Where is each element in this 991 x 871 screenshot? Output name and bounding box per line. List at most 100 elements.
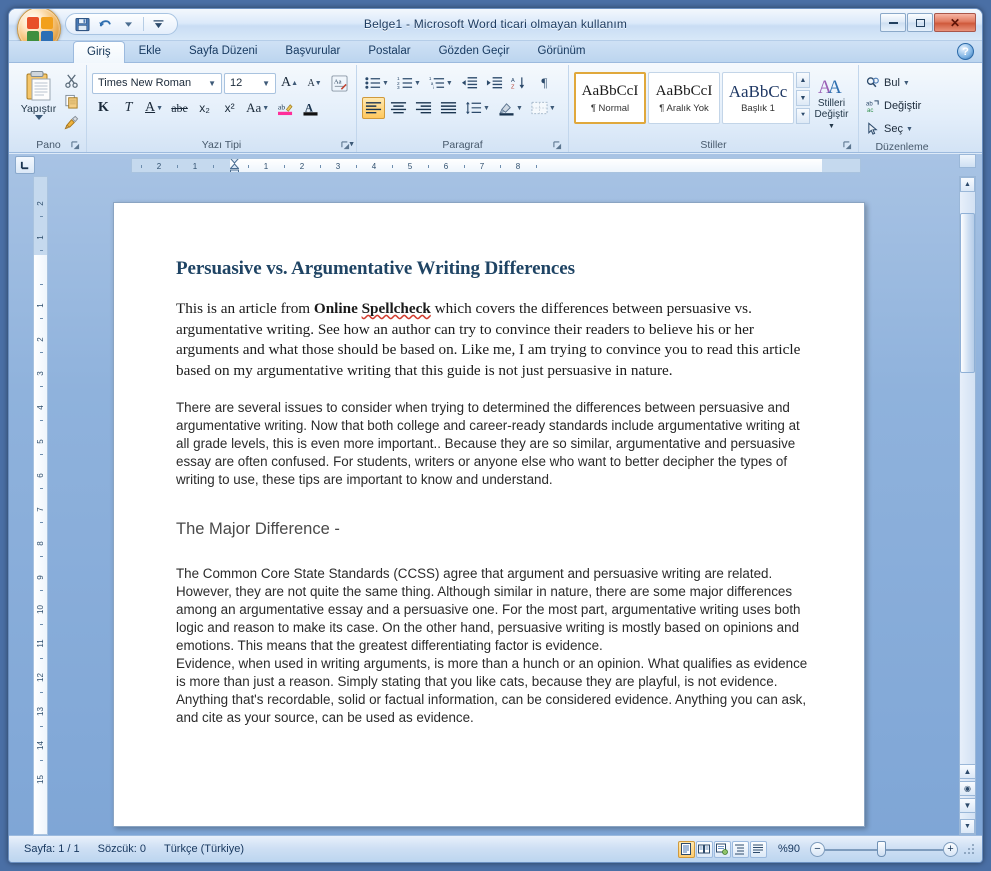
clear-formatting-button[interactable]: Aa <box>328 72 351 94</box>
status-page[interactable]: Sayfa: 1 / 1 <box>15 840 89 859</box>
line-spacing-button[interactable]: ▼ <box>462 97 493 119</box>
zoom-out-button[interactable]: − <box>810 841 825 857</box>
font-name-caret-icon[interactable]: ▼ <box>205 79 219 88</box>
decrease-indent-button[interactable] <box>458 72 481 94</box>
style-heading1[interactable]: AaBbCc Başlık 1 <box>722 72 794 124</box>
first-line-indent-marker[interactable] <box>230 159 239 172</box>
font-dialog-launcher[interactable] <box>339 139 351 151</box>
font-name-input[interactable]: Times New Roman ▼ <box>92 72 222 94</box>
tab-postalar[interactable]: Postalar <box>354 40 424 62</box>
status-language[interactable]: Türkçe (Türkiye) <box>155 840 253 859</box>
scroll-up-button[interactable]: ▲ <box>960 177 975 192</box>
italic-button[interactable]: T <box>117 97 140 119</box>
cut-button[interactable] <box>61 71 81 90</box>
document-page[interactable]: Persuasive vs. Argumentative Writing Dif… <box>113 202 865 827</box>
view-full-screen-reading[interactable] <box>695 840 713 858</box>
previous-page-button[interactable]: ▲ <box>959 764 976 779</box>
show-formatting-marks-button[interactable]: ¶ <box>533 72 556 94</box>
vertical-scrollbar-thumb[interactable] <box>960 213 975 373</box>
select-caret-icon[interactable]: ▼ <box>906 126 913 133</box>
restore-button[interactable] <box>907 13 933 32</box>
subscript-button[interactable]: x₂ <box>193 97 216 119</box>
strikethrough-button[interactable]: abe <box>168 97 191 119</box>
next-page-button[interactable]: ▼ <box>959 798 976 813</box>
numbering-caret-icon[interactable]: ▼ <box>414 80 421 87</box>
borders-button[interactable]: ▼ <box>528 97 559 119</box>
change-case-caret-icon[interactable]: ▼ <box>262 105 269 112</box>
paste-button[interactable]: Yapıştır <box>16 68 61 120</box>
zoom-in-button[interactable]: + <box>943 841 958 857</box>
styles-scroll-down-icon[interactable]: ▼ <box>796 90 810 106</box>
tab-sayfa-duzeni[interactable]: Sayfa Düzeni <box>175 40 271 62</box>
highlight-button[interactable]: ab ▼ <box>274 97 355 148</box>
undo-dropdown-icon[interactable] <box>118 15 139 33</box>
justify-button[interactable] <box>437 97 460 119</box>
underline-button[interactable]: A ▼ <box>142 97 166 119</box>
font-size-input[interactable]: 12 ▼ <box>224 72 276 94</box>
multilevel-caret-icon[interactable]: ▼ <box>446 80 453 87</box>
view-outline[interactable] <box>731 840 749 858</box>
tab-giris[interactable]: Giriş <box>73 41 125 63</box>
tab-gorunum[interactable]: Görünüm <box>524 40 600 62</box>
numbering-button[interactable]: 123 ▼ <box>394 72 424 94</box>
clipboard-dialog-launcher[interactable] <box>69 139 81 151</box>
zoom-level[interactable]: %90 <box>768 843 810 855</box>
scroll-down-button[interactable]: ▼ <box>960 819 975 834</box>
undo-icon[interactable] <box>95 15 116 33</box>
split-window-handle[interactable] <box>959 154 976 168</box>
close-button[interactable]: ✕ <box>934 13 976 32</box>
styles-scroll-up-icon[interactable]: ▲ <box>796 72 810 88</box>
save-icon[interactable] <box>72 15 93 33</box>
superscript-button[interactable]: x² <box>218 97 241 119</box>
paragraph-dialog-launcher[interactable] <box>551 139 563 151</box>
font-size-caret-icon[interactable]: ▼ <box>259 79 273 88</box>
multilevel-list-button[interactable]: 1ai ▼ <box>426 72 456 94</box>
find-button[interactable]: Bul ▼ <box>864 72 912 94</box>
tab-basvurular[interactable]: Başvurular <box>271 40 354 62</box>
copy-button[interactable] <box>61 92 81 111</box>
zoom-slider[interactable] <box>825 840 943 858</box>
increase-indent-button[interactable] <box>483 72 506 94</box>
underline-caret-icon[interactable]: ▼ <box>156 105 163 112</box>
horizontal-ruler[interactable]: 2 1 1 2 3 4 5 6 7 8 <box>131 158 861 173</box>
borders-caret-icon[interactable]: ▼ <box>549 105 556 112</box>
vertical-ruler[interactable]: 2 1 1 2 3 4 5 6 7 8 9 10 11 12 13 14 15 <box>33 176 48 835</box>
zoom-slider-thumb[interactable] <box>877 840 886 857</box>
tab-ekle[interactable]: Ekle <box>125 40 175 62</box>
format-painter-button[interactable] <box>61 113 81 132</box>
view-draft[interactable] <box>749 840 767 858</box>
align-left-button[interactable] <box>362 97 385 119</box>
customize-qat-icon[interactable] <box>148 15 169 33</box>
styles-more-icon[interactable]: ⯆ <box>796 108 810 124</box>
select-browse-object-button[interactable]: ◉ <box>959 781 976 796</box>
change-case-button[interactable]: Aa ▼ <box>243 97 272 119</box>
vertical-scrollbar[interactable]: ▲ ▼ <box>959 176 976 835</box>
shading-caret-icon[interactable]: ▼ <box>516 105 523 112</box>
tab-gozden-gecir[interactable]: Gözden Geçir <box>425 40 524 62</box>
align-center-button[interactable] <box>387 97 410 119</box>
align-right-button[interactable] <box>412 97 435 119</box>
shrink-font-button[interactable]: A ▼ <box>303 72 326 94</box>
shading-button[interactable]: ▼ <box>495 97 526 119</box>
styles-dialog-launcher[interactable] <box>841 139 853 151</box>
status-word-count[interactable]: Sözcük: 0 <box>89 840 155 859</box>
view-print-layout[interactable] <box>677 840 695 858</box>
bullets-button[interactable]: ▼ <box>362 72 392 94</box>
grow-font-button[interactable]: A ▲ <box>278 72 301 94</box>
change-styles-button[interactable]: A A Stilleri Değiştir ▼ <box>810 72 853 132</box>
tab-stop-selector[interactable] <box>15 156 35 174</box>
line-spacing-caret-icon[interactable]: ▼ <box>483 105 490 112</box>
help-icon[interactable]: ? <box>957 43 974 60</box>
style-normal[interactable]: AaBbCcI ¶ Normal <box>574 72 646 124</box>
style-no-spacing[interactable]: AaBbCcI ¶ Aralık Yok <box>648 72 720 124</box>
bold-button[interactable]: K <box>92 97 115 119</box>
replace-button[interactable]: ab ac Değiştir <box>864 95 923 117</box>
view-web-layout[interactable] <box>713 840 731 858</box>
font-color-button[interactable]: A ▼ <box>299 97 355 148</box>
minimize-button[interactable] <box>880 13 906 32</box>
sort-button[interactable]: A Z <box>508 72 531 94</box>
bullets-caret-icon[interactable]: ▼ <box>382 80 389 87</box>
find-caret-icon[interactable]: ▼ <box>903 80 910 87</box>
resize-grip[interactable] <box>962 842 976 856</box>
select-button[interactable]: Seç ▼ <box>864 118 915 140</box>
